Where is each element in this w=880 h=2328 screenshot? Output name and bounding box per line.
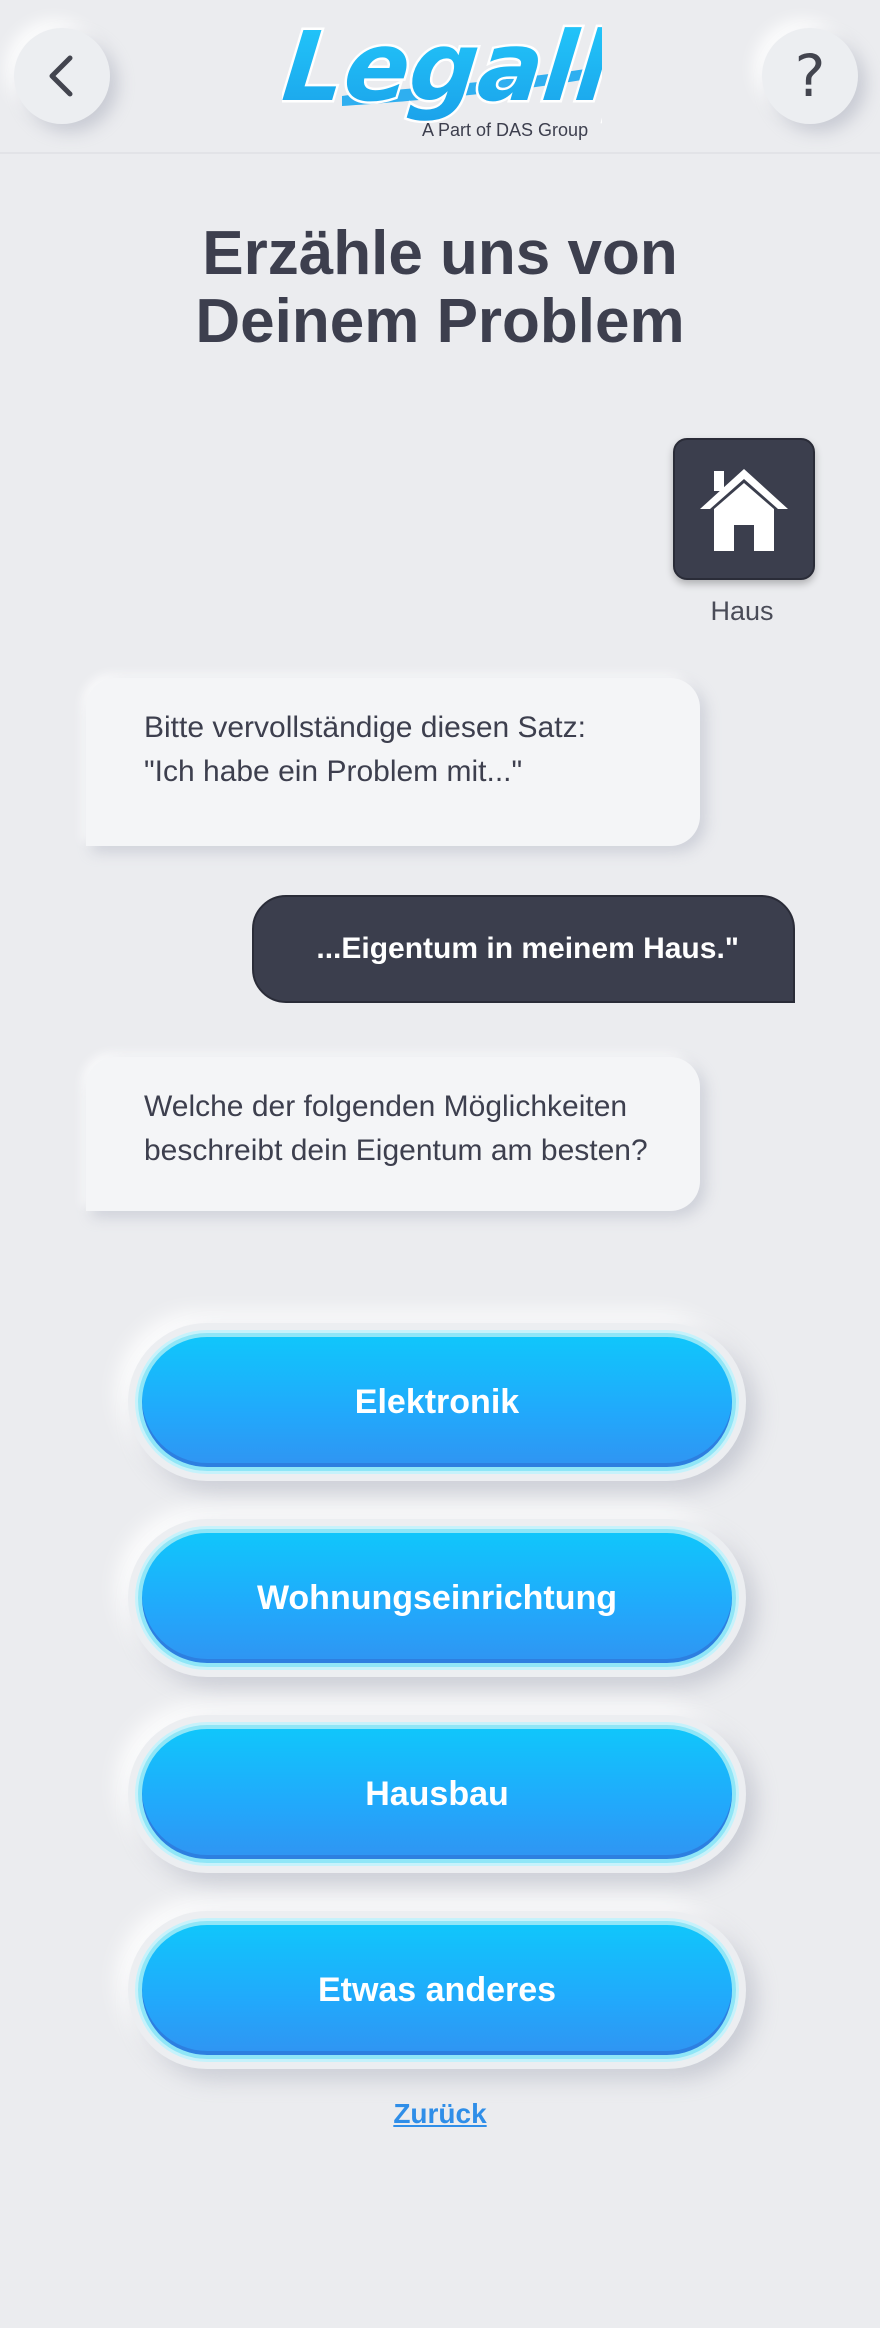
selected-category-tile (673, 438, 815, 580)
option-etwas-anderes-wrapper: Etwas anderes (128, 1911, 746, 2069)
logo-subtitle: A Part of DAS Group (422, 120, 589, 140)
option-wohnungseinrichtung-button[interactable]: Wohnungseinrichtung (138, 1529, 736, 1667)
option-wohnungseinrichtung-wrapper: Wohnungseinrichtung (128, 1519, 746, 1677)
back-button[interactable] (14, 28, 110, 124)
bot-message: Bitte vervollständige diesen Satz: "Ich … (86, 678, 700, 846)
back-link-text[interactable]: Zurück (393, 2098, 486, 2129)
selected-category-label: Haus (710, 596, 774, 626)
chevron-left-icon (49, 55, 73, 97)
svg-text:Legally: Legally (282, 11, 602, 123)
option-hausbau-wrapper: Hausbau (128, 1715, 746, 1873)
user-message: ...Eigentum in meinem Haus." (252, 895, 795, 1003)
user-message-text: ...Eigentum in meinem Haus." (316, 932, 739, 965)
bot-message: Welche der folgenden Möglichkeiten besch… (86, 1057, 700, 1211)
bot-message-line: Bitte vervollständige diesen Satz: (144, 711, 586, 744)
help-button[interactable]: ? (762, 28, 858, 124)
house-icon (700, 469, 788, 551)
legally-logo: Legally A Part of DAS Group (275, 8, 684, 148)
help-icon: ? (794, 42, 826, 110)
option-etwas-anderes-button[interactable]: Etwas anderes (138, 1921, 736, 2059)
app-header: Legally A Part of DAS Group ? (0, 0, 880, 154)
page-title: Erzähle uns von Deinem Problem (0, 220, 880, 356)
page-title-line-1: Erzähle uns von (202, 219, 678, 288)
bot-message-line: Welche der folgenden Möglichkeiten (144, 1090, 628, 1123)
logo-wordmark: Legally (275, 9, 684, 126)
option-hausbau-button[interactable]: Hausbau (138, 1725, 736, 1863)
option-elektronik-wrapper: Elektronik (128, 1323, 746, 1481)
back-link[interactable]: Zurück (0, 2098, 880, 2130)
page-title-line-2: Deinem Problem (195, 287, 685, 356)
option-elektronik-button[interactable]: Elektronik (138, 1333, 736, 1471)
bot-message-line: "Ich habe ein Problem mit..." (144, 755, 523, 788)
bot-message-line: beschreibt dein Eigentum am besten? (144, 1134, 648, 1167)
